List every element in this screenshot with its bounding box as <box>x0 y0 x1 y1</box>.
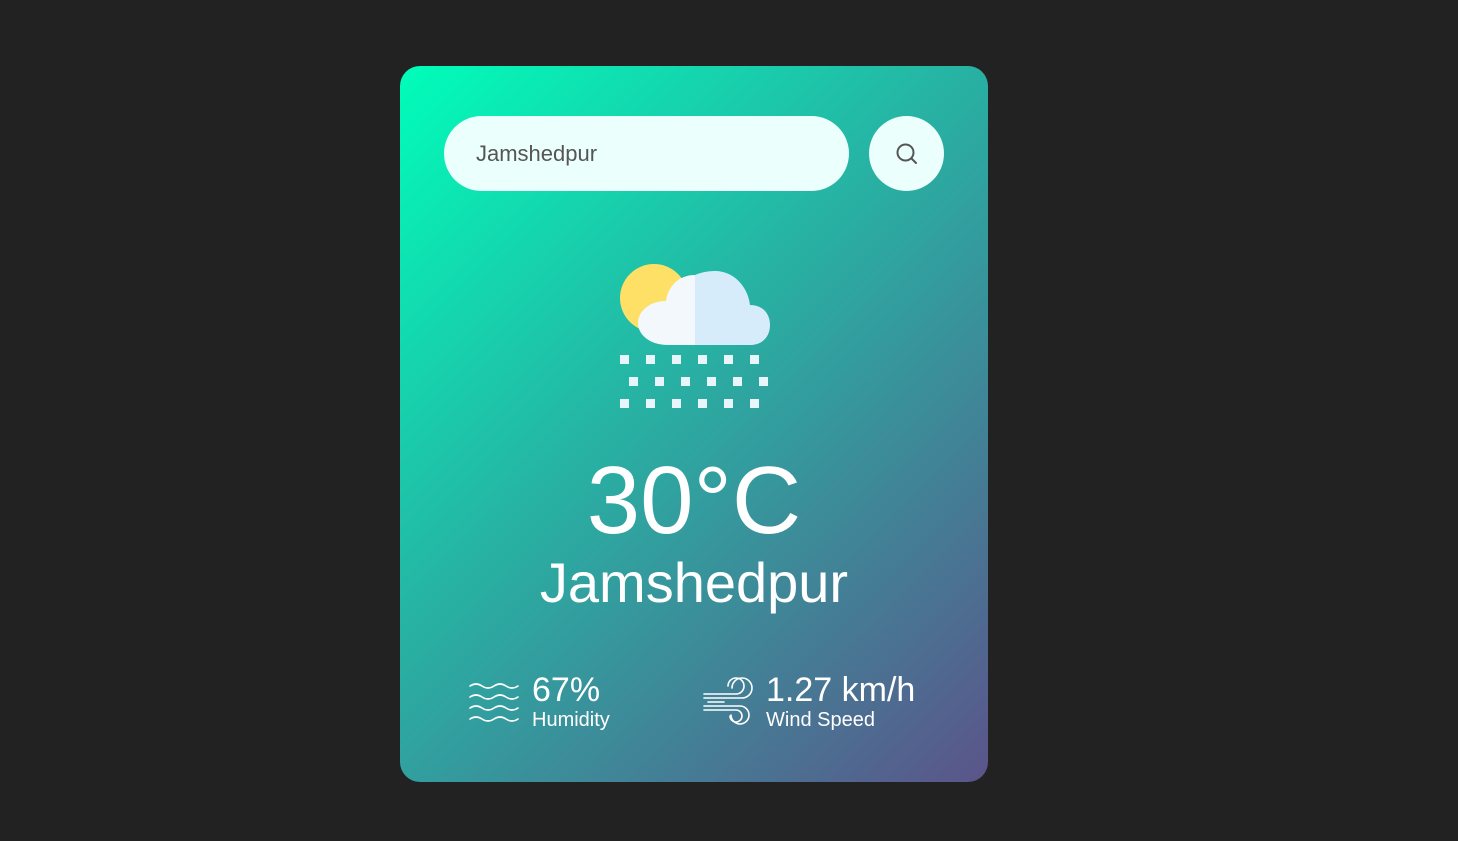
snow-cloud-sun-icon <box>620 264 770 408</box>
humidity-value: 67% <box>532 671 601 709</box>
humidity-label: Humidity <box>532 709 610 731</box>
wind-label: Wind Speed <box>766 709 875 731</box>
wind-text: 1.27 km/h Wind Speed <box>766 672 915 732</box>
temperature: 30°C <box>586 447 802 554</box>
wind-icon <box>703 677 753 725</box>
weather-card: 30°C Jamshedpur 67% Humidity <box>400 66 988 782</box>
humidity-text: 67% Humidity <box>532 672 610 732</box>
search-input[interactable] <box>444 116 849 191</box>
wind-value: 1.27 km/h <box>766 671 916 709</box>
humidity-detail: 67% Humidity <box>468 670 610 734</box>
search-bar <box>444 116 944 191</box>
city-name: Jamshedpur <box>539 551 849 614</box>
wind-detail: 1.27 km/h Wind Speed <box>702 670 915 734</box>
search-icon <box>896 143 917 164</box>
search-button[interactable] <box>869 116 944 191</box>
humidity-waves-icon <box>469 683 519 722</box>
